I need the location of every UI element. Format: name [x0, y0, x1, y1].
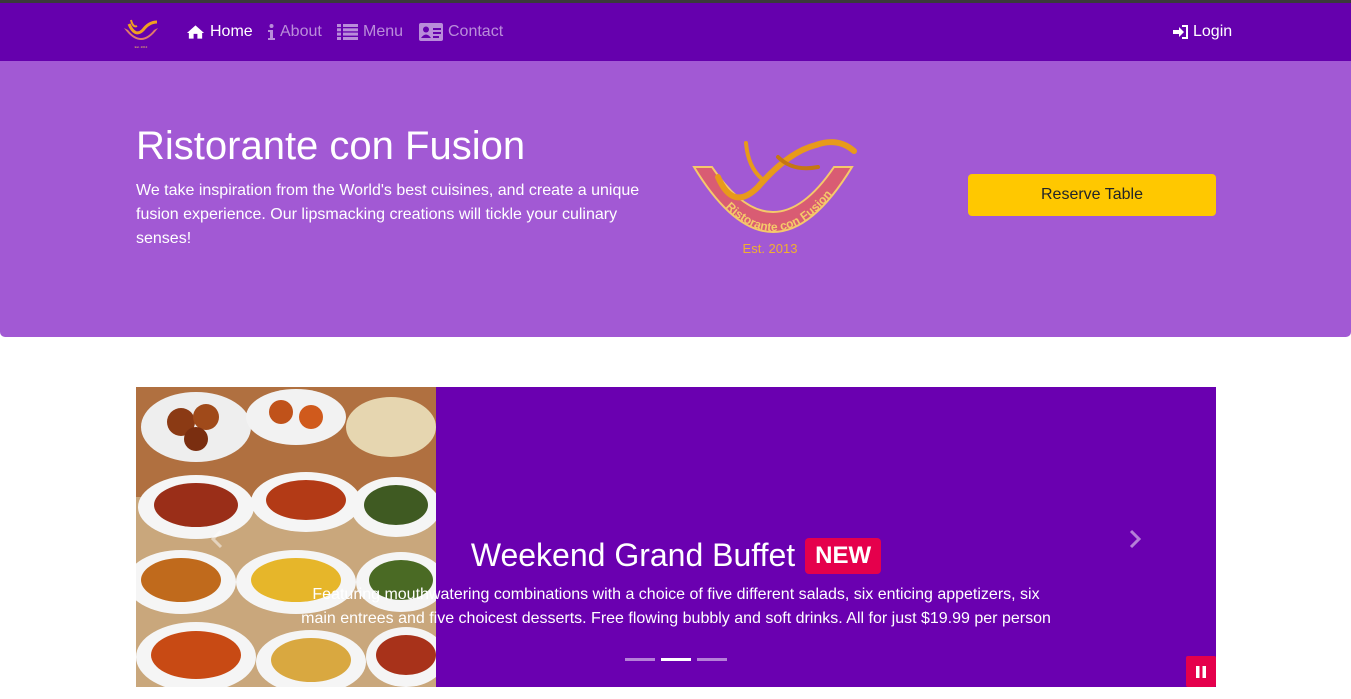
carousel-caption-title: Weekend Grand Buffet NEW: [136, 537, 1216, 574]
hero-description: We take inspiration from the World's bes…: [136, 182, 640, 247]
pause-icon: [1196, 665, 1206, 678]
nav-menu[interactable]: Menu: [337, 3, 403, 61]
jumbotron: Ristorante con Fusion We take inspiratio…: [0, 61, 1351, 337]
logo-est: Est. 2013: [743, 241, 798, 256]
brand-logo[interactable]: Est. 2013: [121, 16, 161, 50]
home-icon: [186, 25, 205, 39]
caption-title-text: Weekend Grand Buffet: [470, 537, 796, 573]
restaurant-logo: Ristorante con Fusion Est. 2013: [692, 139, 857, 256]
carousel-indicators: [625, 658, 727, 661]
svg-text:Est. 2013: Est. 2013: [135, 45, 148, 49]
nav-home-label: Home: [210, 23, 253, 40]
carousel-indicator[interactable]: [661, 658, 691, 661]
page-title: Ristorante con Fusion: [136, 124, 526, 168]
new-badge: NEW: [805, 537, 882, 574]
nav-home[interactable]: Home: [186, 3, 253, 61]
list-icon: [337, 24, 358, 40]
login-label: Login: [1193, 23, 1233, 40]
address-card-icon: [419, 23, 443, 41]
carousel-pause-button[interactable]: [1186, 656, 1216, 687]
nav-about-label: About: [280, 23, 322, 40]
nav-menu-label: Menu: [363, 23, 404, 40]
reserve-table-button[interactable]: Reserve Table: [968, 174, 1216, 216]
sign-in-icon: [1173, 25, 1188, 39]
carousel-indicator[interactable]: [697, 658, 727, 661]
carousel: Weekend Grand Buffet NEW Featuring mouth…: [136, 387, 1216, 687]
carousel-caption-text: Featuring mouthwatering combinations wit…: [301, 586, 1051, 627]
info-icon: [268, 24, 275, 40]
nav-contact-label: Contact: [448, 23, 504, 40]
navbar: Est. 2013 Home About Menu Contact Login: [0, 3, 1351, 61]
login-link[interactable]: Login: [1173, 3, 1232, 61]
carousel-indicator[interactable]: [625, 658, 655, 661]
nav-about[interactable]: About: [268, 3, 322, 61]
nav-contact[interactable]: Contact: [419, 3, 503, 61]
